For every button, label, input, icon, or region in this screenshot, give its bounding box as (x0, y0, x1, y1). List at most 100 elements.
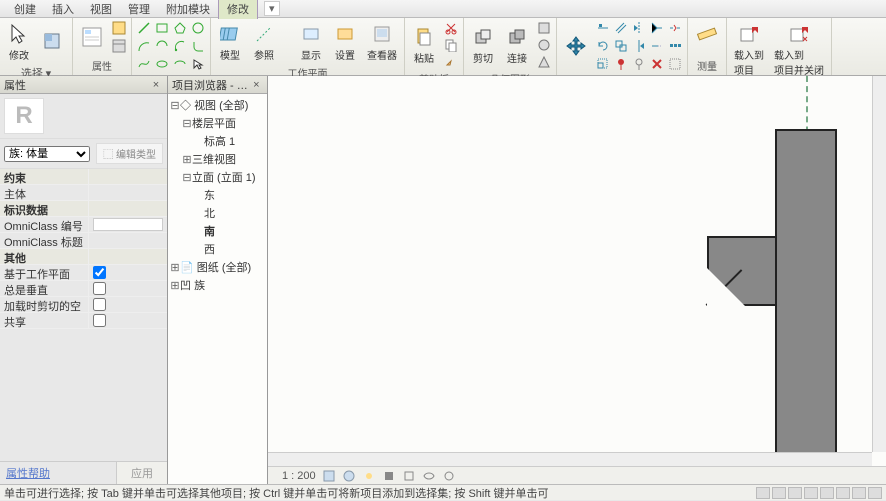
load-into-project-button[interactable]: 载入到 项目 (731, 20, 767, 79)
gm2-icon[interactable] (536, 37, 552, 53)
crop-icon[interactable] (402, 469, 416, 483)
properties-button[interactable] (77, 23, 107, 51)
reveal-icon[interactable] (442, 469, 456, 483)
menu-view[interactable]: 视图 (82, 0, 120, 19)
mirror2-icon[interactable] (631, 38, 647, 54)
canvas-scrollbar-h[interactable] (268, 452, 872, 466)
mirror-icon[interactable] (631, 20, 647, 36)
measure-button[interactable] (692, 20, 722, 48)
model-column[interactable] (775, 129, 837, 474)
status-icon-3[interactable] (788, 487, 802, 499)
tree-west[interactable]: 西 (170, 240, 265, 258)
rect-icon[interactable] (154, 20, 170, 36)
hide-icon[interactable] (422, 469, 436, 483)
prop-omninum-input[interactable] (93, 218, 163, 231)
tree-north[interactable]: 北 (170, 204, 265, 222)
copy-small-icon[interactable] (443, 37, 459, 53)
status-icon-6[interactable] (836, 487, 850, 499)
viewer-button[interactable]: 查看器 (364, 20, 400, 64)
prop-omnititle-value[interactable] (89, 233, 167, 248)
status-icon-8[interactable] (868, 487, 882, 499)
move-button[interactable] (561, 32, 591, 60)
trim-icon[interactable] (649, 20, 665, 36)
unpin-icon[interactable] (631, 56, 647, 72)
model-button[interactable]: 模型 (215, 20, 245, 64)
properties-help-link[interactable]: 属性帮助 (0, 462, 116, 484)
partial-ellipse-icon[interactable] (172, 56, 188, 72)
model-bracket[interactable] (707, 236, 775, 306)
rotate-icon[interactable] (595, 38, 611, 54)
edit-type-button[interactable]: ⬚ 编辑类型 (96, 143, 163, 164)
view-scale[interactable]: 1 : 200 (282, 470, 316, 482)
split-icon[interactable] (667, 20, 683, 36)
ellipse-icon[interactable] (154, 56, 170, 72)
tree-elevations[interactable]: ⊟立面 (立面 1) (170, 168, 265, 186)
drawing-canvas[interactable]: 1 : 200 (268, 76, 886, 484)
menu-insert[interactable]: 插入 (44, 0, 82, 19)
fillet-icon[interactable] (190, 38, 206, 54)
paste-button[interactable]: 粘贴 (409, 23, 439, 67)
ref-button[interactable]: 参照 (249, 20, 279, 64)
circle-icon[interactable] (190, 20, 206, 36)
select-box-button[interactable] (38, 28, 68, 56)
browser-close-icon[interactable]: × (250, 78, 263, 92)
properties-close-icon[interactable]: × (149, 78, 163, 92)
prop-cut-checkbox[interactable] (93, 298, 106, 311)
modify-button[interactable]: 修改 (4, 20, 34, 64)
join-button[interactable]: 连接 (502, 23, 532, 67)
scale-icon[interactable] (595, 56, 611, 72)
match-small-icon[interactable] (443, 54, 459, 70)
prop-host-value[interactable] (89, 185, 167, 200)
prop-wp-checkbox[interactable] (93, 266, 106, 279)
cut-geom-button[interactable]: 剪切 (468, 23, 498, 67)
tree-east[interactable]: 东 (170, 186, 265, 204)
delete-icon[interactable] (649, 56, 665, 72)
copy-mod-icon[interactable] (613, 38, 629, 54)
tree-views[interactable]: ⊟◇ 视图 (全部) (170, 96, 265, 114)
detail-level-icon[interactable] (322, 469, 336, 483)
poly-icon[interactable] (172, 20, 188, 36)
properties-apply-button[interactable]: 应用 (116, 462, 167, 484)
tree-floorplans[interactable]: ⊟楼层平面 (170, 114, 265, 132)
tree-south[interactable]: 南 (170, 222, 265, 240)
sun-path-icon[interactable] (362, 469, 376, 483)
status-icon-1[interactable] (756, 487, 770, 499)
shadows-icon[interactable] (382, 469, 396, 483)
visual-style-icon[interactable] (342, 469, 356, 483)
arc2-icon[interactable] (154, 38, 170, 54)
type-prop-icon[interactable] (111, 20, 127, 36)
arc3-icon[interactable] (172, 38, 188, 54)
gm3-icon[interactable] (536, 54, 552, 70)
group-icon[interactable] (667, 56, 683, 72)
status-icon-4[interactable] (804, 487, 818, 499)
tree-3dviews[interactable]: ⊞三维视图 (170, 150, 265, 168)
menu-manage[interactable]: 管理 (120, 0, 158, 19)
prop-vert-checkbox[interactable] (93, 282, 106, 295)
tree-families[interactable]: ⊞凹 族 (170, 276, 265, 294)
status-icon-2[interactable] (772, 487, 786, 499)
status-icon-7[interactable] (852, 487, 866, 499)
family-types-icon[interactable] (111, 38, 127, 54)
gm1-icon[interactable] (536, 20, 552, 36)
status-icon-5[interactable] (820, 487, 834, 499)
show-button[interactable]: 显示 (296, 20, 326, 64)
prop-shared-checkbox[interactable] (93, 314, 106, 327)
extend-icon[interactable] (649, 38, 665, 54)
menu-addins[interactable]: 附加模块 (158, 0, 218, 19)
menu-modify[interactable]: 修改 (218, 0, 258, 19)
menu-overflow[interactable]: ▾ (264, 1, 280, 16)
set-button[interactable]: 设置 (330, 20, 360, 64)
tree-level1[interactable]: 标高 1 (170, 132, 265, 150)
canvas-scrollbar-v[interactable] (872, 76, 886, 452)
type-selector[interactable]: 族: 体量 (4, 146, 90, 162)
tree-sheets[interactable]: ⊞📄 图纸 (全部) (170, 258, 265, 276)
offset-icon[interactable] (613, 20, 629, 36)
pin-icon[interactable] (613, 56, 629, 72)
load-close-button[interactable]: 载入到 项目并关闭 (771, 20, 827, 79)
pick-icon[interactable] (190, 56, 206, 72)
arc-icon[interactable] (136, 38, 152, 54)
cut-small-icon[interactable] (443, 20, 459, 36)
align-icon[interactable] (595, 20, 611, 36)
line-icon[interactable] (136, 20, 152, 36)
spline-icon[interactable] (136, 56, 152, 72)
